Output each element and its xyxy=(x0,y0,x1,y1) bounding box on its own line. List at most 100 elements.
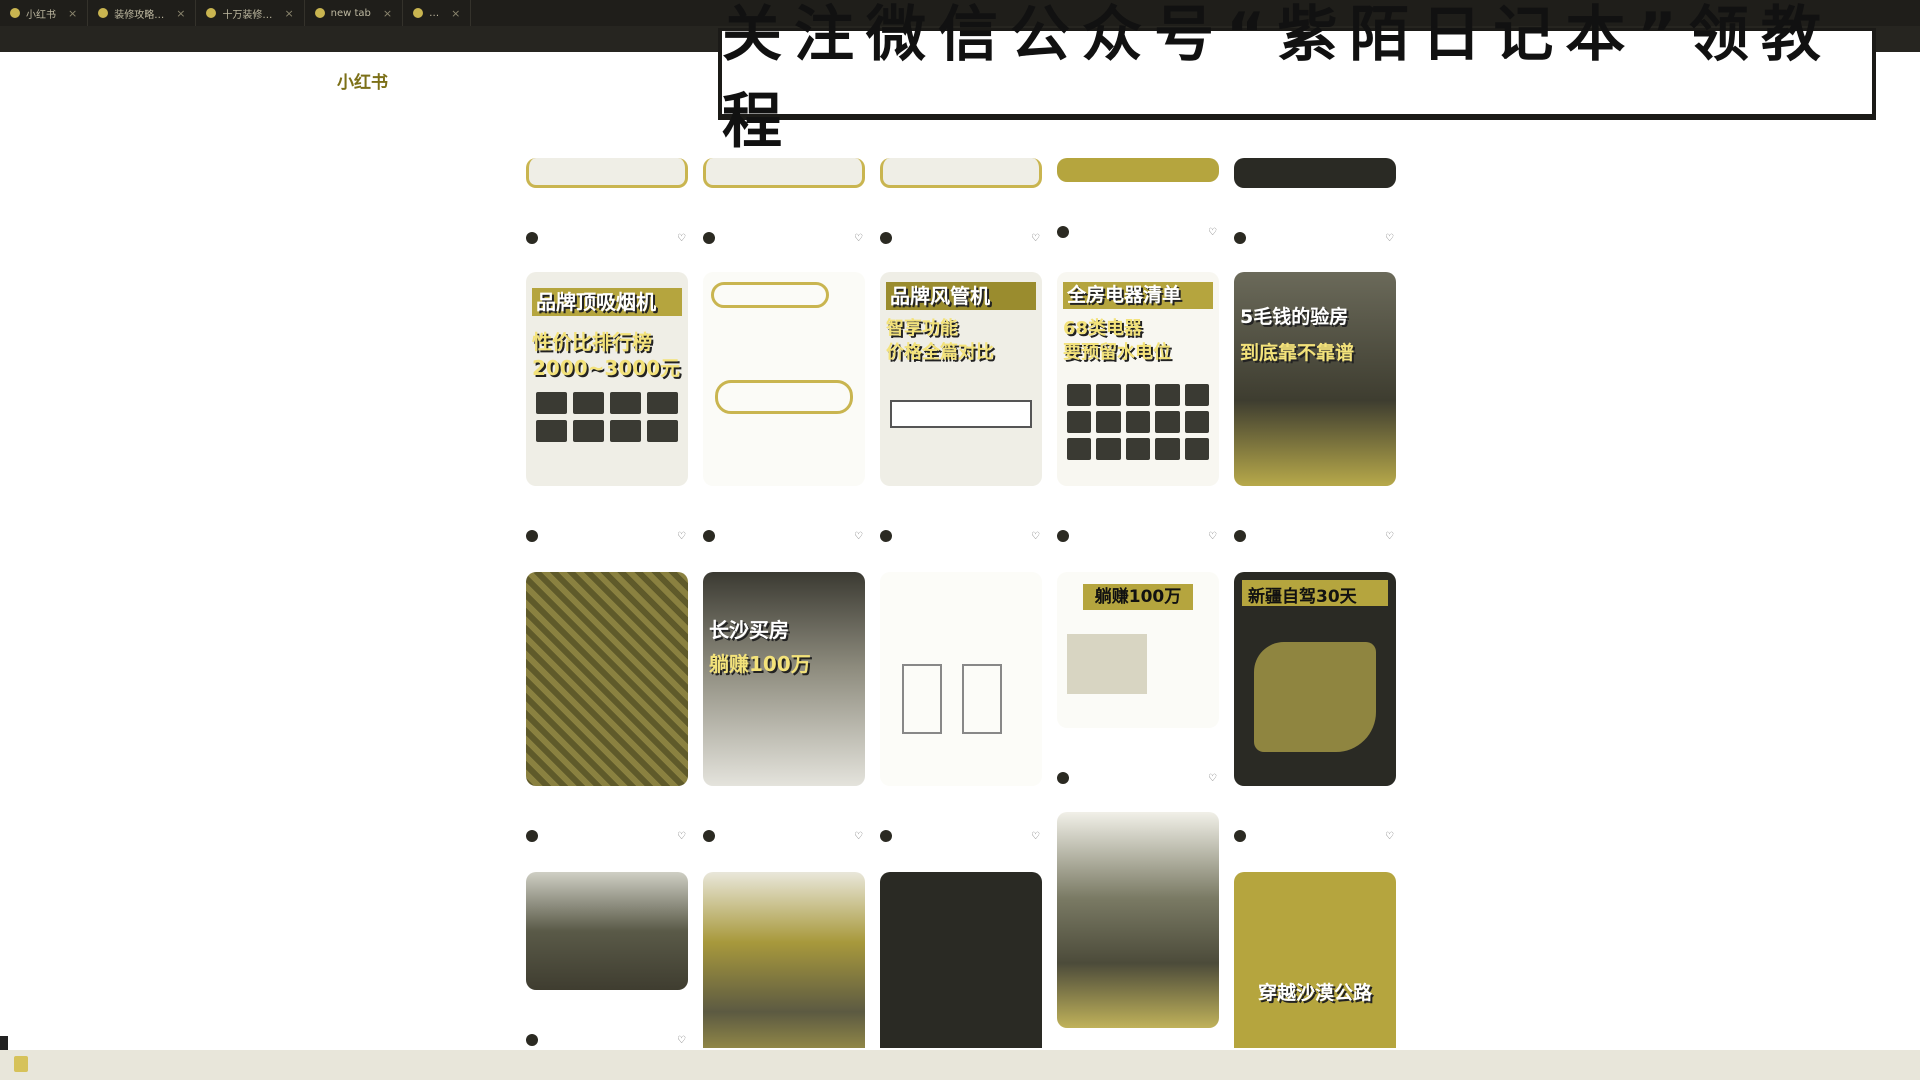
feed-card[interactable]: 穿越沙漠公路 xyxy=(1234,872,1396,1048)
card-title[interactable] xyxy=(703,198,865,226)
heart-icon[interactable]: ♡ xyxy=(677,531,686,542)
avatar[interactable] xyxy=(1057,226,1069,238)
card-title[interactable] xyxy=(880,496,1042,524)
card-cover[interactable] xyxy=(1057,158,1219,182)
heart-icon[interactable]: ♡ xyxy=(677,1035,686,1046)
feed-card[interactable] xyxy=(880,872,1042,1048)
feed-card[interactable] xyxy=(703,872,865,1048)
card-title[interactable] xyxy=(1057,496,1219,524)
avatar[interactable] xyxy=(703,530,715,542)
card-cover[interactable] xyxy=(880,572,1042,786)
card-cover[interactable] xyxy=(703,872,865,1048)
feed-card[interactable]: ♡ xyxy=(880,572,1042,844)
card-title[interactable] xyxy=(1057,192,1219,220)
heart-icon[interactable]: ♡ xyxy=(677,831,686,842)
avatar[interactable] xyxy=(526,232,538,244)
card-title[interactable] xyxy=(703,496,865,524)
site-logo[interactable]: 小红书 xyxy=(337,68,388,93)
heart-icon[interactable]: ♡ xyxy=(1031,831,1040,842)
card-cover[interactable] xyxy=(1234,158,1396,188)
avatar[interactable] xyxy=(526,530,538,542)
browser-tab[interactable]: … × xyxy=(403,0,472,26)
card-title[interactable] xyxy=(703,796,865,824)
avatar[interactable] xyxy=(1057,530,1069,542)
close-icon[interactable]: × xyxy=(383,7,392,20)
heart-icon[interactable]: ♡ xyxy=(854,233,863,244)
card-title[interactable] xyxy=(1234,198,1396,226)
feed-card[interactable]: 品牌顶吸烟机 性价比排行榜 2000~3000元 ♡ xyxy=(526,272,688,544)
card-title[interactable] xyxy=(526,496,688,524)
heart-icon[interactable]: ♡ xyxy=(1208,531,1217,542)
card-title[interactable] xyxy=(880,796,1042,824)
card-cover[interactable] xyxy=(526,872,688,990)
card-cover[interactable]: 全房电器清单 68类电器 要预留水电位 xyxy=(1057,272,1219,486)
browser-tab[interactable]: 小红书 × xyxy=(0,0,89,26)
avatar[interactable] xyxy=(1234,232,1246,244)
card-cover[interactable] xyxy=(880,158,1042,188)
feed-card[interactable]: ♡ xyxy=(1057,158,1219,240)
card-title[interactable] xyxy=(526,1000,688,1028)
card-cover[interactable]: 长沙买房 躺赚100万 xyxy=(703,572,865,786)
avatar[interactable] xyxy=(1234,830,1246,842)
feed-card[interactable]: ♡ xyxy=(526,872,688,1048)
browser-tab[interactable]: new tab × xyxy=(305,0,404,26)
feed-card[interactable]: 品牌风管机 智享功能 价格全篇对比 ♡ xyxy=(880,272,1042,544)
avatar[interactable] xyxy=(1057,772,1069,784)
close-icon[interactable]: × xyxy=(284,7,293,20)
card-title[interactable] xyxy=(526,198,688,226)
browser-tab[interactable]: 十万装修… × xyxy=(196,0,305,26)
heart-icon[interactable]: ♡ xyxy=(1385,531,1394,542)
feed-card[interactable]: ♡ xyxy=(880,158,1042,246)
card-cover[interactable]: 穿越沙漠公路 xyxy=(1234,872,1396,1048)
heart-icon[interactable]: ♡ xyxy=(1385,233,1394,244)
card-cover[interactable]: 品牌风管机 智享功能 价格全篇对比 xyxy=(880,272,1042,486)
card-cover[interactable] xyxy=(703,158,865,188)
card-title[interactable] xyxy=(526,796,688,824)
close-icon[interactable]: × xyxy=(68,7,77,20)
avatar[interactable] xyxy=(526,1034,538,1046)
card-title[interactable] xyxy=(1234,496,1396,524)
heart-icon[interactable]: ♡ xyxy=(854,531,863,542)
heart-icon[interactable]: ♡ xyxy=(1031,233,1040,244)
file-icon[interactable] xyxy=(14,1056,28,1072)
avatar[interactable] xyxy=(1234,530,1246,542)
card-cover[interactable]: 品牌顶吸烟机 性价比排行榜 2000~3000元 xyxy=(526,272,688,486)
feed-card[interactable]: 新疆自驾30天 ♡ xyxy=(1234,572,1396,844)
avatar[interactable] xyxy=(880,530,892,542)
heart-icon[interactable]: ♡ xyxy=(677,233,686,244)
heart-icon[interactable]: ♡ xyxy=(1208,227,1217,238)
card-cover[interactable] xyxy=(1057,812,1219,1028)
card-title[interactable] xyxy=(880,198,1042,226)
feed-card[interactable]: ♡ xyxy=(526,158,688,246)
card-title[interactable] xyxy=(1057,738,1219,766)
card-cover[interactable] xyxy=(703,272,865,486)
card-cover[interactable] xyxy=(526,572,688,786)
heart-icon[interactable]: ♡ xyxy=(854,831,863,842)
feed-card[interactable]: ♡ xyxy=(1234,158,1396,246)
avatar[interactable] xyxy=(880,830,892,842)
card-cover[interactable] xyxy=(526,158,688,188)
feed-card[interactable]: ♡ xyxy=(703,272,865,544)
card-cover[interactable]: 5毛钱的验房 到底靠不靠谱 xyxy=(1234,272,1396,486)
card-cover[interactable] xyxy=(880,872,1042,1048)
feed-card[interactable]: 5毛钱的验房 到底靠不靠谱 ♡ xyxy=(1234,272,1396,544)
card-title[interactable] xyxy=(1234,796,1396,824)
browser-tab[interactable]: 装修攻略… × xyxy=(88,0,197,26)
close-icon[interactable]: × xyxy=(176,7,185,20)
heart-icon[interactable]: ♡ xyxy=(1385,831,1394,842)
feed-card[interactable]: 躺赚100万 ♡ xyxy=(1057,572,1219,786)
feed-card[interactable]: ♡ xyxy=(526,572,688,844)
avatar[interactable] xyxy=(880,232,892,244)
feed-card[interactable]: 全房电器清单 68类电器 要预留水电位 ♡ xyxy=(1057,272,1219,544)
feed-card[interactable]: ♡ xyxy=(703,158,865,246)
feed-card[interactable]: 长沙买房 躺赚100万 ♡ xyxy=(703,572,865,844)
heart-icon[interactable]: ♡ xyxy=(1031,531,1040,542)
close-icon[interactable]: × xyxy=(451,7,460,20)
heart-icon[interactable]: ♡ xyxy=(1208,773,1217,784)
feed-card[interactable] xyxy=(1057,812,1219,1028)
avatar[interactable] xyxy=(703,232,715,244)
avatar[interactable] xyxy=(526,830,538,842)
card-cover[interactable]: 躺赚100万 xyxy=(1057,572,1219,728)
card-cover[interactable]: 新疆自驾30天 xyxy=(1234,572,1396,786)
avatar[interactable] xyxy=(703,830,715,842)
